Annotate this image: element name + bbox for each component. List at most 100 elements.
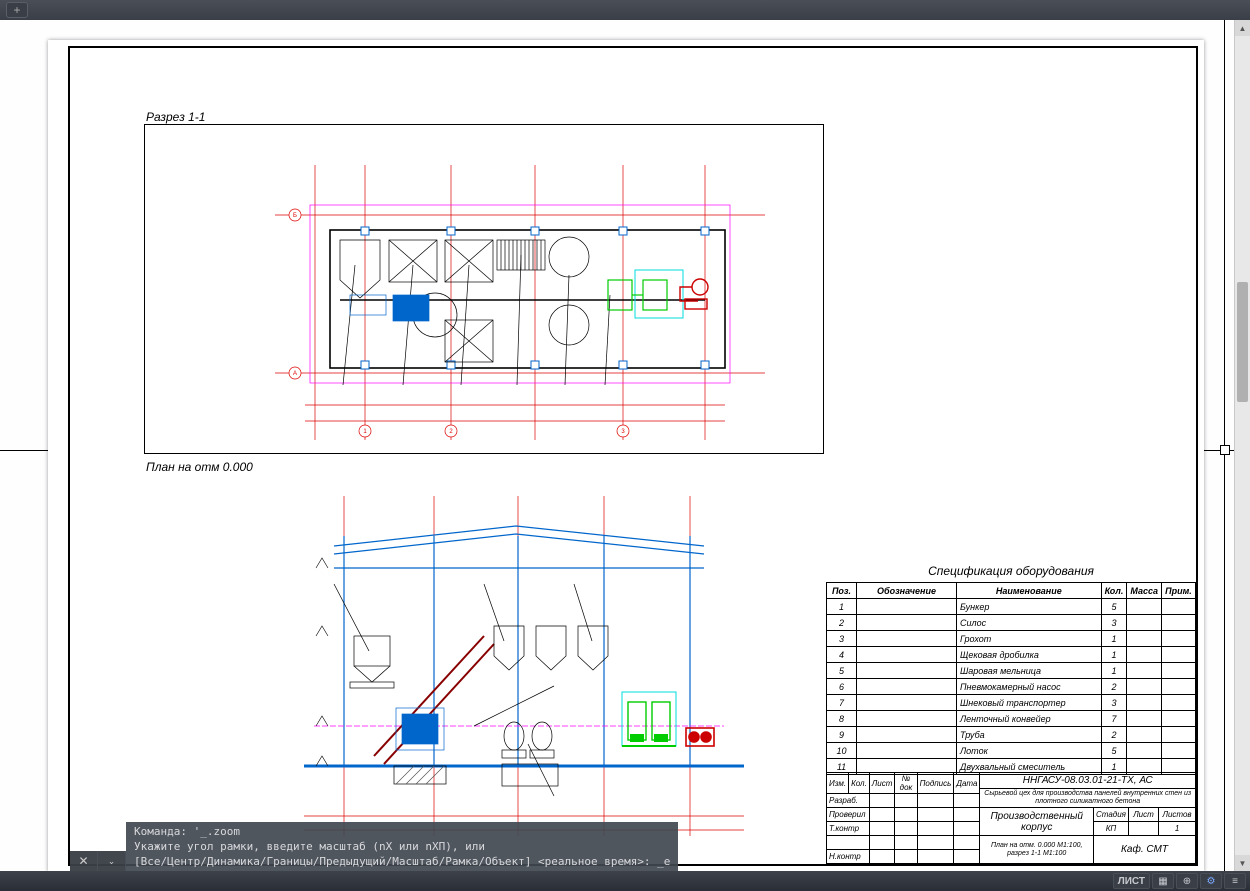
cell-pos: 6	[827, 679, 857, 695]
cell-qty: 5	[1101, 743, 1127, 759]
command-history: Команда: '_.zoom Укажите угол рамки, вве…	[126, 822, 678, 871]
table-row: 3 Грохот1	[827, 631, 1196, 647]
layout-tab-button[interactable]: ЛИСТ	[1113, 873, 1150, 889]
view-label-section: Разрез 1-1	[146, 110, 205, 124]
viewport-1[interactable]: БА 123	[144, 124, 824, 454]
spec-h-qty: Кол.	[1101, 583, 1127, 599]
layout-add-icon[interactable]: ⊕	[1176, 873, 1198, 889]
table-row: 4 Щековая дробилка1	[827, 647, 1196, 663]
cell-note	[1162, 631, 1196, 647]
cell-note	[1162, 743, 1196, 759]
cell-qty: 7	[1101, 711, 1127, 727]
cell-name: Ленточный конвейер	[957, 711, 1102, 727]
table-row: 9Труба2	[827, 727, 1196, 743]
cell-qty: 3	[1101, 615, 1127, 631]
spec-title: Спецификация оборудования	[826, 564, 1196, 578]
cell-des	[857, 743, 957, 759]
spec-h-name: Наименование	[957, 583, 1102, 599]
cell-mass	[1127, 695, 1162, 711]
cell-pos: 10	[827, 743, 857, 759]
drawing-section	[144, 476, 824, 850]
cell-des	[857, 631, 957, 647]
cell-mass	[1127, 727, 1162, 743]
cell-qty: 5	[1101, 599, 1127, 615]
cell-pos: 2	[827, 615, 857, 631]
table-row: 5Шаровая мельница1	[827, 663, 1196, 679]
spec-h-pos: Поз.	[827, 583, 857, 599]
drawing-canvas[interactable]: Разрез 1-1	[0, 20, 1250, 871]
status-bar: ЛИСТ ▦ ⊕ ⚙ ≡	[0, 871, 1250, 891]
cell-mass	[1127, 599, 1162, 615]
cell-name: Силос	[957, 615, 1102, 631]
recent-cmd-button[interactable]: ⌄	[98, 851, 126, 871]
cell-pos: 8	[827, 711, 857, 727]
cell-pos: 5	[827, 663, 857, 679]
stamp-dept: Каф. СМТ	[1093, 836, 1195, 864]
title-block: Изм. Кол. Лист № док Подпись Дата ННГАСУ…	[826, 772, 1196, 864]
vertical-scrollbar[interactable]: ▲ ▼	[1234, 20, 1250, 871]
cell-note	[1162, 615, 1196, 631]
table-row: 10 Лоток5	[827, 743, 1196, 759]
cell-des	[857, 647, 957, 663]
scroll-thumb[interactable]	[1237, 282, 1248, 402]
cell-des	[857, 615, 957, 631]
new-tab-button[interactable]: +	[6, 2, 28, 18]
cell-mass	[1127, 711, 1162, 727]
spec-h-note: Прим.	[1162, 583, 1196, 599]
paper-sheet: Разрез 1-1	[48, 40, 1204, 872]
specification-table: Спецификация оборудования Поз. Обозначен…	[826, 564, 1196, 775]
cell-name: Шнековый транспортер	[957, 695, 1102, 711]
cell-note	[1162, 647, 1196, 663]
cell-qty: 2	[1101, 727, 1127, 743]
cell-name: Пневмокамерный насос	[957, 679, 1102, 695]
cell-des	[857, 679, 957, 695]
cell-pos: 4	[827, 647, 857, 663]
title-bar: +	[0, 0, 1250, 20]
cell-name: Грохот	[957, 631, 1102, 647]
cell-name: Труба	[957, 727, 1102, 743]
cell-name: Бункер	[957, 599, 1102, 615]
layout-grid-icon[interactable]: ▦	[1152, 873, 1174, 889]
status-menu-icon[interactable]: ≡	[1224, 873, 1246, 889]
cell-qty: 1	[1101, 647, 1127, 663]
cell-des	[857, 711, 957, 727]
cell-des	[857, 599, 957, 615]
spec-h-mass: Масса	[1127, 583, 1162, 599]
cell-name: Лоток	[957, 743, 1102, 759]
cell-mass	[1127, 615, 1162, 631]
table-row: 1 Бункер5	[827, 599, 1196, 615]
cell-mass	[1127, 647, 1162, 663]
stamp-project: Сырьевой цех для производства панелей вн…	[980, 789, 1196, 808]
cell-pos: 1	[827, 599, 857, 615]
cell-mass	[1127, 631, 1162, 647]
scroll-up-button[interactable]: ▲	[1235, 20, 1250, 36]
viewport-2[interactable]	[144, 476, 824, 850]
svg-text:Б: Б	[293, 213, 297, 219]
cell-note	[1162, 711, 1196, 727]
cell-mass	[1127, 679, 1162, 695]
cell-name: Шаровая мельница	[957, 663, 1102, 679]
cell-des	[857, 695, 957, 711]
command-controls: ✕ ⌄	[70, 851, 126, 871]
spec-h-des: Обозначение	[857, 583, 957, 599]
cell-pos: 7	[827, 695, 857, 711]
cell-note	[1162, 727, 1196, 743]
cell-qty: 1	[1101, 631, 1127, 647]
cell-pos: 3	[827, 631, 857, 647]
scroll-track[interactable]	[1235, 36, 1250, 855]
table-row: 2 Силос3	[827, 615, 1196, 631]
close-cmd-button[interactable]: ✕	[70, 851, 98, 871]
cell-qty: 3	[1101, 695, 1127, 711]
scroll-down-button[interactable]: ▼	[1235, 855, 1250, 871]
table-row: 8 Ленточный конвейер7	[827, 711, 1196, 727]
cell-name: Щековая дробилка	[957, 647, 1102, 663]
cell-note	[1162, 695, 1196, 711]
cell-note	[1162, 599, 1196, 615]
cell-note	[1162, 679, 1196, 695]
stamp-code: ННГАСУ-08.03.01-21-ТХ, АС	[980, 773, 1196, 789]
cell-des	[857, 663, 957, 679]
pick-box	[1220, 445, 1230, 455]
settings-gear-icon[interactable]: ⚙	[1200, 873, 1222, 889]
drawing-plan: БА 123	[145, 125, 824, 454]
table-row: 6Пневмокамерный насос2	[827, 679, 1196, 695]
